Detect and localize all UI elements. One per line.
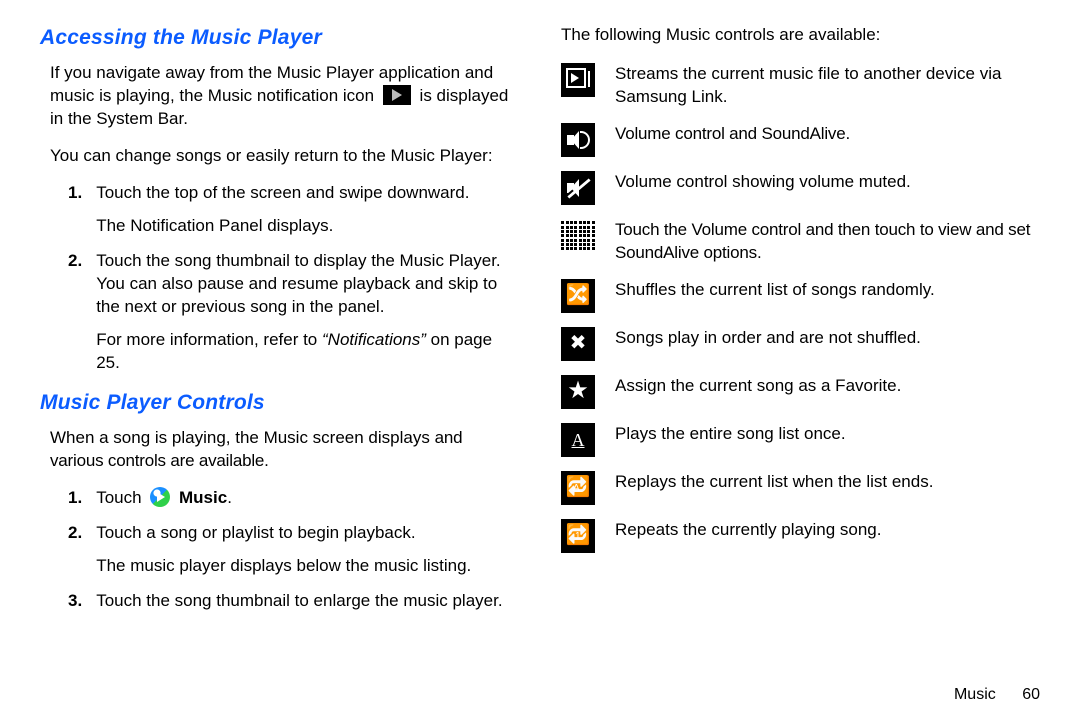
control-row-shuffle-on: 🔀 Shuffles the current list of songs ran… xyxy=(561,279,1040,313)
step-num: 2. xyxy=(68,250,82,375)
step-line: The music player displays below the musi… xyxy=(96,555,519,578)
access-step-2: 2. Touch the song thumbnail to display t… xyxy=(68,250,519,375)
step-body: Touch the song thumbnail to enlarge the … xyxy=(96,590,519,613)
control-text: Repeats the currently playing song. xyxy=(615,519,1040,542)
music-label: Music xyxy=(179,488,227,507)
control-row-mute: Volume control showing volume muted. xyxy=(561,171,1040,205)
control-text: Volume control and SoundAlive. xyxy=(615,123,1040,146)
access-para-2: You can change songs or easily return to… xyxy=(50,145,519,168)
controls-para-1: When a song is playing, the Music screen… xyxy=(50,427,519,473)
music-notification-icon xyxy=(383,85,411,105)
repeat-all-icon: 🔁A xyxy=(561,471,595,505)
step-num: 3. xyxy=(68,590,82,613)
controls-step-1: 1. Touch Music. xyxy=(68,487,519,510)
left-column: Accessing the Music Player If you naviga… xyxy=(40,24,519,710)
shuffle-off-icon: ✖ xyxy=(561,327,595,361)
step-body: Touch a song or playlist to begin playba… xyxy=(96,522,519,578)
step-num: 1. xyxy=(68,182,82,238)
step-line: For more information, refer to “Notifica… xyxy=(96,329,519,375)
page-footer: Music 60 xyxy=(954,684,1040,706)
footer-page-number: 60 xyxy=(1022,686,1040,703)
control-row-repeat-one: 🔁1 Repeats the currently playing song. xyxy=(561,519,1040,553)
control-row-volume: Volume control and SoundAlive. xyxy=(561,123,1040,157)
heading-controls: Music Player Controls xyxy=(40,389,519,417)
volume-icon xyxy=(561,123,595,157)
control-text: Songs play in order and are not shuffled… xyxy=(615,327,1040,350)
control-row-favorite: ★ Assign the current song as a Favorite. xyxy=(561,375,1040,409)
control-row-play-once: A Plays the entire song list once. xyxy=(561,423,1040,457)
control-row-repeat-all: 🔁A Replays the current list when the lis… xyxy=(561,471,1040,505)
repeat-one-icon: 🔁1 xyxy=(561,519,595,553)
step-body: Touch Music. xyxy=(96,487,519,510)
control-text: Replays the current list when the list e… xyxy=(615,471,1040,494)
equalizer-icon xyxy=(561,219,595,253)
favorite-star-icon: ★ xyxy=(561,375,595,409)
access-para-1: If you navigate away from the Music Play… xyxy=(50,62,519,131)
step-line: Touch the song thumbnail to enlarge the … xyxy=(96,590,519,613)
control-row-stream: Streams the current music file to anothe… xyxy=(561,63,1040,109)
mute-icon xyxy=(561,171,595,205)
step-line: The Notification Panel displays. xyxy=(96,215,519,238)
stream-icon xyxy=(561,63,595,97)
text: Touch xyxy=(96,488,146,507)
control-text: Assign the current song as a Favorite. xyxy=(615,375,1040,398)
step-num: 1. xyxy=(68,487,82,510)
step-line: Touch the song thumbnail to display the … xyxy=(96,250,519,319)
control-text: Touch the Volume control and then touch … xyxy=(615,219,1040,265)
music-app-icon xyxy=(150,487,170,507)
control-row-shuffle-off: ✖ Songs play in order and are not shuffl… xyxy=(561,327,1040,361)
text: For more information, refer to xyxy=(96,330,322,349)
step-line: Touch the top of the screen and swipe do… xyxy=(96,182,519,205)
controls-step-3: 3. Touch the song thumbnail to enlarge t… xyxy=(68,590,519,613)
control-text: Streams the current music file to anothe… xyxy=(615,63,1040,109)
control-text: Volume control showing volume muted. xyxy=(615,171,1040,194)
shuffle-on-icon: 🔀 xyxy=(561,279,595,313)
control-row-equalizer: Touch the Volume control and then touch … xyxy=(561,219,1040,265)
reference-notifications: “Notifications” xyxy=(322,330,426,349)
step-body: Touch the song thumbnail to display the … xyxy=(96,250,519,375)
right-column: The following Music controls are availab… xyxy=(561,24,1040,710)
play-once-icon: A xyxy=(561,423,595,457)
access-step-1: 1. Touch the top of the screen and swipe… xyxy=(68,182,519,238)
text: . xyxy=(227,488,232,507)
control-text: Shuffles the current list of songs rando… xyxy=(615,279,1040,302)
controls-intro: The following Music controls are availab… xyxy=(561,24,1040,47)
control-text: Plays the entire song list once. xyxy=(615,423,1040,446)
text: When a song is playing, the Music screen… xyxy=(50,428,435,447)
controls-step-2: 2. Touch a song or playlist to begin pla… xyxy=(68,522,519,578)
step-body: Touch the top of the screen and swipe do… xyxy=(96,182,519,238)
step-num: 2. xyxy=(68,522,82,578)
page-container: Accessing the Music Player If you naviga… xyxy=(0,0,1080,720)
heading-accessing: Accessing the Music Player xyxy=(40,24,519,52)
footer-section: Music xyxy=(954,686,996,703)
step-line: Touch a song or playlist to begin playba… xyxy=(96,522,519,545)
